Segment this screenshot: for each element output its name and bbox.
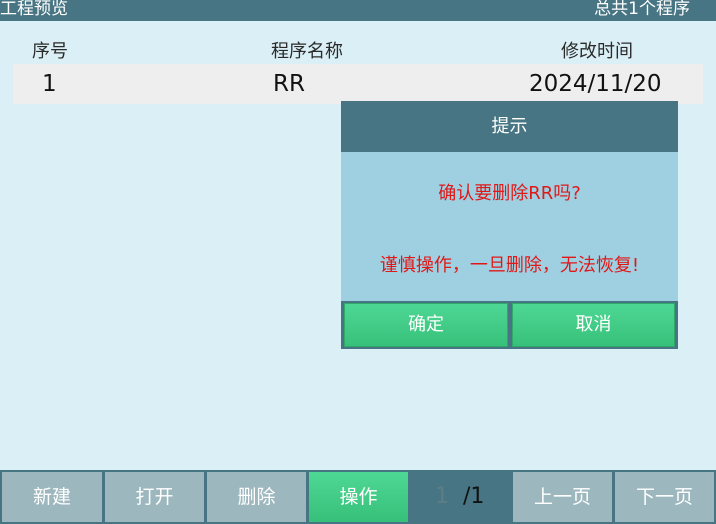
dialog-title: 提示 [341,101,678,152]
delete-button[interactable]: 删除 [207,472,306,522]
current-page: 1 [435,484,449,509]
row-modified-time: 2024/11/20 [529,71,662,97]
top-bar: 工程预览 总共1个程序 [0,0,716,21]
operate-button[interactable]: 操作 [309,472,408,522]
column-header-time: 修改时间 [561,41,633,62]
dialog-footer: 确定 取消 [341,301,678,349]
column-header-index: 序号 [32,41,68,62]
next-page-button[interactable]: 下一页 [615,472,714,522]
confirm-button[interactable]: 确定 [344,303,508,347]
page-title: 工程预览 [0,0,68,19]
row-index: 1 [42,71,57,97]
dialog-warning: 谨慎操作，一旦删除，无法恢复! [379,255,640,276]
row-program-name: RR [273,71,305,97]
page-indicator: 1 /1 [411,472,510,522]
delete-confirm-dialog: 提示 确认要删除RR吗? 谨慎操作，一旦删除，无法恢复! 确定 取消 [341,101,678,349]
open-button[interactable]: 打开 [105,472,204,522]
bottom-toolbar: 新建 打开 删除 操作 1 /1 上一页 下一页 [0,470,716,524]
program-count: 总共1个程序 [594,0,690,19]
new-button[interactable]: 新建 [2,472,102,522]
dialog-body: 确认要删除RR吗? 谨慎操作，一旦删除，无法恢复! [341,152,678,301]
total-pages: /1 [463,484,485,509]
table-row[interactable]: 1 RR 2024/11/20 [13,64,703,104]
prev-page-button[interactable]: 上一页 [513,472,612,522]
dialog-message: 确认要删除RR吗? [438,183,581,204]
cancel-button[interactable]: 取消 [512,303,675,347]
column-header-name: 程序名称 [271,41,343,62]
